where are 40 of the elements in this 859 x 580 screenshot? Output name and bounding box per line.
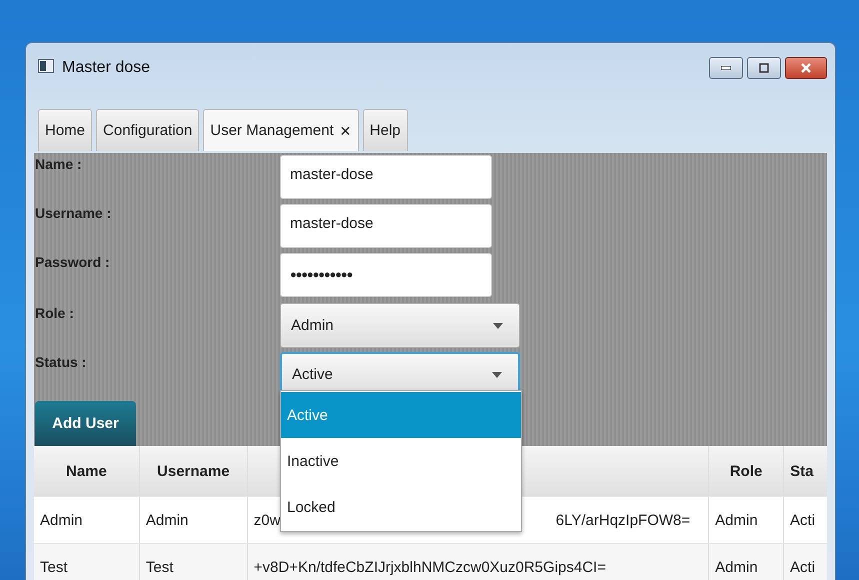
password-field[interactable]: ●●●●●●●●●●● [280, 253, 492, 297]
table-cell: +v8D+Kn/tdfeCbZIJrjxblhNMCzcw0Xuz0R5Gips4CI= [254, 558, 606, 576]
minimize-icon [721, 66, 731, 70]
field-label: Username : [35, 204, 112, 221]
table-cell: Test [34, 544, 140, 580]
column-header: Name [34, 446, 140, 496]
maximize-button[interactable] [747, 57, 781, 79]
table-cell: Admin [34, 497, 140, 543]
tab[interactable]: Help [362, 109, 408, 151]
caret-icon [493, 322, 503, 328]
add-user-button[interactable]: Add User [35, 401, 136, 446]
tab[interactable]: User Management ✕ [203, 109, 359, 151]
table-cell: Admin [709, 497, 784, 543]
field-label: Role : [35, 304, 75, 321]
table-cell-text: Acti [789, 558, 816, 578]
caret-icon [492, 372, 502, 378]
field-label: Status : [35, 353, 88, 370]
table-cell: Admin [709, 544, 784, 580]
field-label: Password : [35, 253, 111, 270]
dropdown-field[interactable]: Admin [280, 303, 520, 348]
column-header: Sta [789, 462, 814, 482]
table-cell: 6LY/arHqzIpFOW8= [556, 512, 690, 528]
table-cell-text: Acti [789, 510, 816, 530]
dropdown-option[interactable]: Locked [281, 484, 521, 530]
minimize-button[interactable] [709, 57, 743, 79]
text-field[interactable]: master-dose [280, 204, 492, 248]
close-icon[interactable]: ✕ [340, 122, 352, 138]
text-field[interactable]: master-dose [280, 155, 492, 199]
tab[interactable]: Home [38, 109, 92, 151]
field-label: Name : [35, 155, 83, 172]
table-cell: z0w [254, 512, 280, 528]
close-button[interactable] [785, 57, 827, 79]
column-header: Role [709, 446, 784, 496]
close-icon [798, 61, 814, 75]
column-header: Username [140, 446, 248, 496]
window-title: Master dose [62, 59, 150, 77]
table-cell: Admin [140, 497, 248, 543]
dropdown-option[interactable]: Inactive [281, 438, 521, 484]
tab[interactable]: Configuration [96, 109, 200, 151]
table-cell: Test [140, 544, 248, 580]
